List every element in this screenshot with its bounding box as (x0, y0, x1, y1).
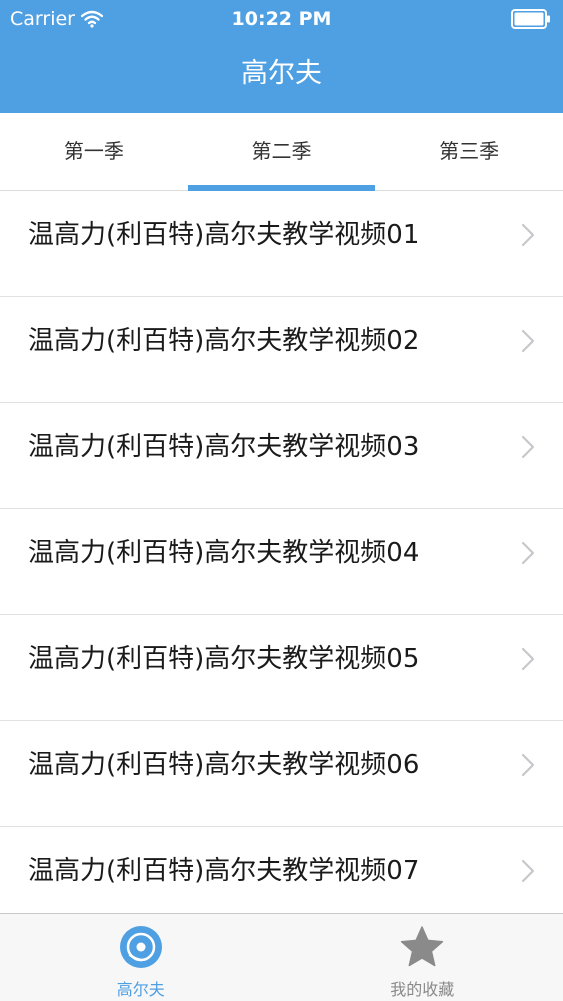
list-item-label: 温高力(利百特)高尔夫教学视频06 (28, 721, 419, 809)
tabbar-item-golf[interactable]: 高尔夫 (0, 914, 282, 1001)
page-title: 高尔夫 (0, 54, 563, 94)
list-item[interactable]: 温高力(利百特)高尔夫教学视频06 (0, 721, 563, 827)
tab-label: 第一季 (64, 139, 124, 163)
list-item-label: 温高力(利百特)高尔夫教学视频03 (28, 403, 419, 491)
tabbar-item-favorites[interactable]: 我的收藏 (282, 914, 563, 1001)
list-item[interactable]: 温高力(利百特)高尔夫教学视频01 (0, 191, 563, 297)
chevron-right-icon (521, 753, 535, 777)
tabbar-label: 我的收藏 (282, 976, 563, 1000)
video-list[interactable]: 温高力(利百特)高尔夫教学视频01 温高力(利百特)高尔夫教学视频02 温高力(… (0, 191, 563, 913)
star-icon (399, 924, 445, 970)
chevron-right-icon (521, 541, 535, 565)
chevron-right-icon (521, 859, 535, 883)
list-item-label: 温高力(利百特)高尔夫教学视频01 (28, 191, 419, 279)
app-header: Carrier 10:22 PM 高尔夫 (0, 0, 563, 113)
status-bar: Carrier 10:22 PM (0, 0, 563, 40)
tab-season-2[interactable]: 第二季 (188, 113, 376, 190)
status-time: 10:22 PM (0, 8, 563, 30)
season-tabs: 第一季 第二季 第三季 (0, 113, 563, 191)
chevron-right-icon (521, 223, 535, 247)
tab-season-3[interactable]: 第三季 (375, 113, 563, 190)
list-item[interactable]: 温高力(利百特)高尔夫教学视频05 (0, 615, 563, 721)
list-item[interactable]: 温高力(利百特)高尔夫教学视频02 (0, 297, 563, 403)
chevron-right-icon (521, 435, 535, 459)
chevron-right-icon (521, 329, 535, 353)
tab-label: 第二季 (252, 139, 312, 163)
bottom-tab-bar: 高尔夫 我的收藏 (0, 913, 563, 1001)
tabbar-label: 高尔夫 (0, 976, 282, 1000)
list-item-label: 温高力(利百特)高尔夫教学视频05 (28, 615, 419, 703)
tab-label: 第三季 (439, 139, 499, 163)
golf-disc-icon (118, 924, 164, 970)
list-item[interactable]: 温高力(利百特)高尔夫教学视频07 (0, 827, 563, 913)
list-item[interactable]: 温高力(利百特)高尔夫教学视频04 (0, 509, 563, 615)
list-item-label: 温高力(利百特)高尔夫教学视频07 (28, 827, 419, 913)
list-item-label: 温高力(利百特)高尔夫教学视频02 (28, 297, 419, 385)
list-item[interactable]: 温高力(利百特)高尔夫教学视频03 (0, 403, 563, 509)
battery-icon (511, 9, 551, 29)
chevron-right-icon (521, 647, 535, 671)
list-item-label: 温高力(利百特)高尔夫教学视频04 (28, 509, 419, 597)
tab-season-1[interactable]: 第一季 (0, 113, 188, 190)
